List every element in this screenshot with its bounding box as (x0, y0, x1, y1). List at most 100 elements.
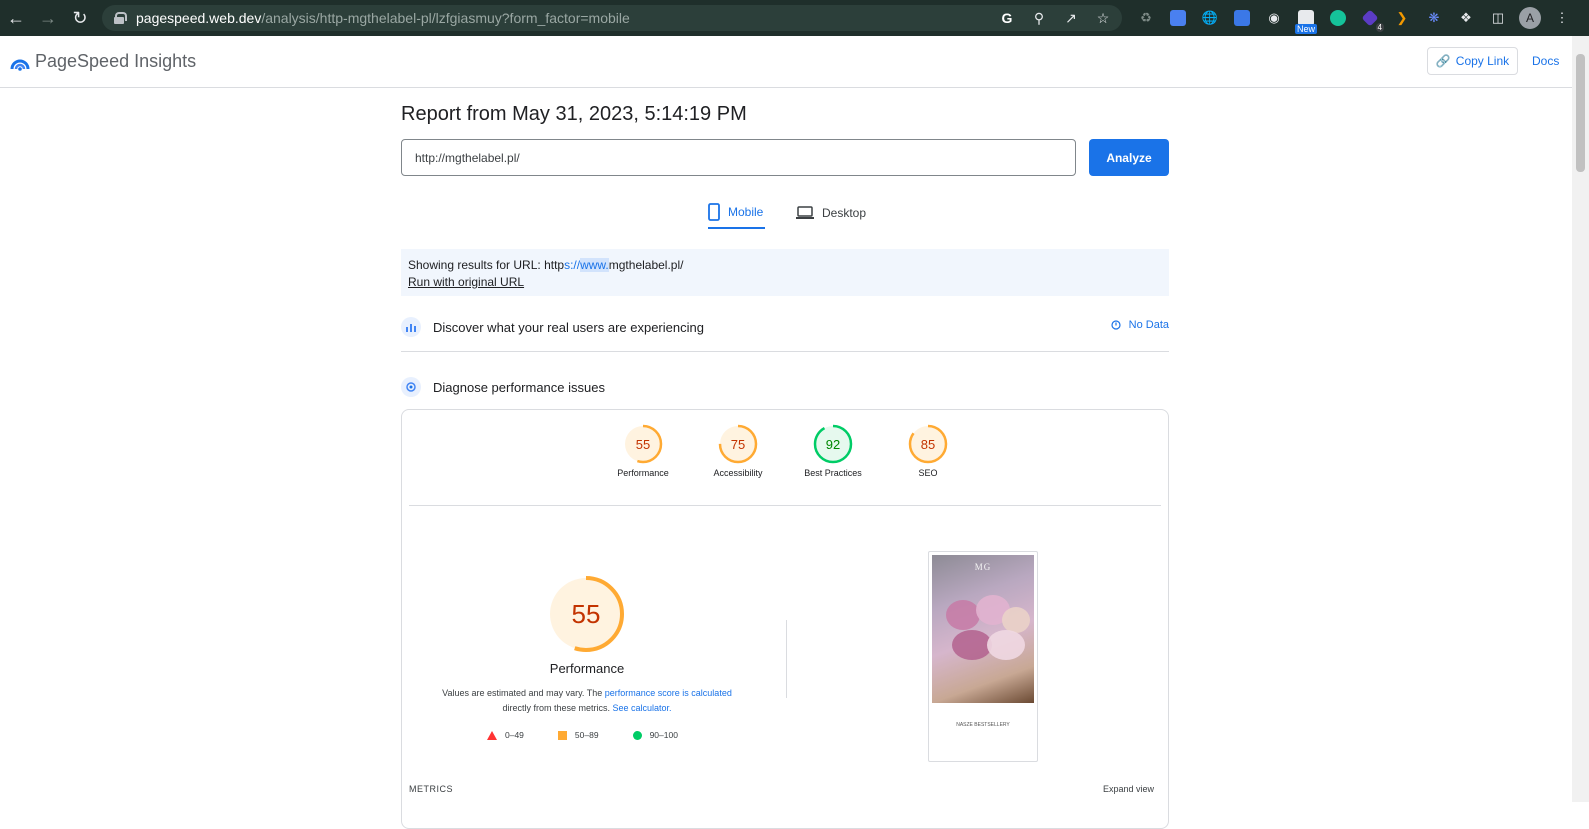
menu-dots-icon[interactable]: ⋮ (1550, 6, 1574, 30)
blue-swirl-extension-icon[interactable]: ❋ (1422, 6, 1446, 30)
pagespeed-logo-icon[interactable] (10, 53, 30, 71)
final-url-part-a: http (544, 258, 565, 272)
forward-icon[interactable]: → (32, 0, 64, 36)
page-scrollbar[interactable] (1572, 36, 1589, 802)
legend-fail: 0–49 (487, 730, 524, 740)
gauge-best-practices[interactable]: 92 Best Practices (798, 424, 868, 478)
see-calculator-link[interactable]: See calculator. (612, 703, 671, 713)
performance-title: Performance (549, 661, 625, 676)
gauge-accessibility[interactable]: 75 Accessibility (703, 424, 773, 478)
share-icon[interactable]: ↗ (1062, 9, 1080, 27)
run-with-original-url-link[interactable]: Run with original URL (408, 274, 1162, 291)
performance-score-calculated-link[interactable]: performance score is calculated (605, 688, 732, 698)
showing-prefix: Showing results for URL: (408, 258, 545, 272)
copy-link-button[interactable]: 🔗 Copy Link (1427, 47, 1518, 75)
url-host: pagespeed.web.dev (136, 10, 262, 26)
red-triangle-icon (487, 730, 497, 740)
section-divider (401, 351, 1169, 352)
app-header: PageSpeed Insights 🔗 Copy Link Docs (0, 36, 1572, 88)
no-data-indicator[interactable]: No Data (1111, 319, 1169, 331)
scrunchie-shape (987, 630, 1025, 660)
profile-avatar[interactable]: A (1518, 6, 1542, 30)
card-divider (409, 505, 1161, 506)
gauge-best-practices-score: 92 (826, 437, 840, 452)
back-icon[interactable]: ← (0, 0, 32, 36)
vertical-separator (786, 620, 787, 698)
scrunchie-shape (946, 600, 980, 630)
bookmark-star-icon[interactable]: ☆ (1094, 9, 1112, 27)
orange-extension-icon[interactable]: ❯ (1390, 6, 1414, 30)
screenshot-hero-image: MG (932, 555, 1034, 703)
gauge-accessibility-label: Accessibility (713, 468, 763, 478)
docs-link[interactable]: Docs (1532, 54, 1559, 68)
crux-users-icon (401, 317, 421, 337)
legend-fail-range: 0–49 (505, 730, 524, 740)
gauge-performance-label: Performance (617, 468, 669, 478)
no-data-label: No Data (1128, 319, 1169, 331)
camera-extension-icon[interactable]: ◉ (1262, 6, 1286, 30)
final-url-part-c: www. (580, 258, 609, 272)
gauge-performance[interactable]: 55 Performance (608, 424, 678, 478)
tab-mobile[interactable]: Mobile (708, 197, 766, 229)
url-input[interactable]: http://mgthelabel.pl/ (401, 139, 1076, 176)
address-bar[interactable]: pagespeed.web.dev/analysis/http-mgthelab… (102, 5, 1122, 31)
recycle-extension-icon[interactable]: ♻ (1134, 6, 1158, 30)
gauge-accessibility-ring: 75 (718, 424, 758, 464)
performance-description: Values are estimated and may vary. The p… (422, 686, 752, 716)
scroll-thumb[interactable] (1576, 54, 1585, 172)
new-extension-icon[interactable]: New (1294, 6, 1318, 34)
mobile-phone-icon (708, 203, 720, 221)
final-screenshot[interactable]: MG NASZE BESTSELLERY (928, 551, 1038, 762)
perf-desc-text-1: Values are estimated and may vary. The (442, 688, 605, 698)
final-url-part-b: s:// (564, 258, 581, 272)
analyze-button[interactable]: Analyze (1089, 139, 1169, 176)
expand-view-toggle[interactable]: Expand view (1103, 784, 1154, 794)
laptop-icon (796, 206, 814, 219)
gauge-best-practices-ring: 92 (813, 424, 853, 464)
copy-link-label: Copy Link (1455, 54, 1510, 68)
gauge-seo-ring: 85 (908, 424, 948, 464)
big-gauge-score: 55 (572, 599, 601, 629)
legend-average-range: 50–89 (574, 730, 599, 740)
performance-big-gauge: 55 (548, 576, 624, 652)
gauge-seo-label: SEO (918, 468, 938, 478)
purple-extension-icon[interactable]: 4 (1358, 6, 1384, 32)
globe-extension-icon[interactable]: 🌐 (1198, 6, 1222, 30)
gauge-performance-ring: 55 (623, 424, 663, 464)
tab-desktop[interactable]: Desktop (796, 197, 866, 229)
score-legend: 0–49 50–89 90–100 (487, 730, 678, 740)
gauge-performance-score: 55 (636, 437, 650, 452)
screenshot-caption: NASZE BESTSELLERY (956, 722, 1010, 728)
zoom-icon[interactable]: ⚲ (1030, 9, 1048, 27)
gauge-accessibility-score: 75 (731, 437, 745, 452)
screenshot-logo: MG (974, 562, 992, 572)
orange-square-icon (557, 730, 567, 740)
info-circle-icon (1111, 320, 1121, 330)
legend-average: 50–89 (557, 730, 599, 740)
report-title: Report from May 31, 2023, 5:14:19 PM (401, 103, 747, 125)
gauge-best-practices-label: Best Practices (804, 468, 862, 478)
url-path: /analysis/http-mgthelabel-pl/lzfgiasmuy?… (261, 10, 630, 26)
translate-extension-icon[interactable] (1230, 6, 1254, 30)
category-gauges: 55 Performance 75 Accessibility 92 Best … (402, 424, 1168, 504)
tab-desktop-label: Desktop (822, 206, 867, 220)
lighthouse-diagnose-icon (401, 377, 421, 397)
grammarly-extension-icon[interactable] (1326, 6, 1350, 30)
side-panel-icon[interactable]: ◫ (1486, 6, 1510, 30)
diagnose-section-header: Diagnose performance issues (401, 375, 1169, 399)
count-badge: 4 (1375, 23, 1384, 32)
link-icon: 🔗 (1435, 54, 1451, 68)
green-circle-icon (632, 730, 642, 740)
puzzle-extensions-icon[interactable]: ❖ (1454, 6, 1478, 30)
discover-section-header[interactable]: Discover what your real users are experi… (401, 315, 1169, 339)
reload-icon[interactable]: ↻ (64, 0, 96, 36)
app-title[interactable]: PageSpeed Insights (35, 51, 196, 72)
gauge-seo[interactable]: 85 SEO (893, 424, 963, 478)
gauge-seo-score: 85 (921, 437, 935, 452)
new-badge: New (1295, 24, 1318, 34)
lock-icon (114, 12, 127, 24)
final-url-part-d: mgthelabel.pl/ (608, 258, 684, 272)
docs-extension-icon[interactable] (1166, 6, 1190, 30)
google-icon[interactable]: G (998, 9, 1016, 27)
legend-pass: 90–100 (632, 730, 678, 740)
